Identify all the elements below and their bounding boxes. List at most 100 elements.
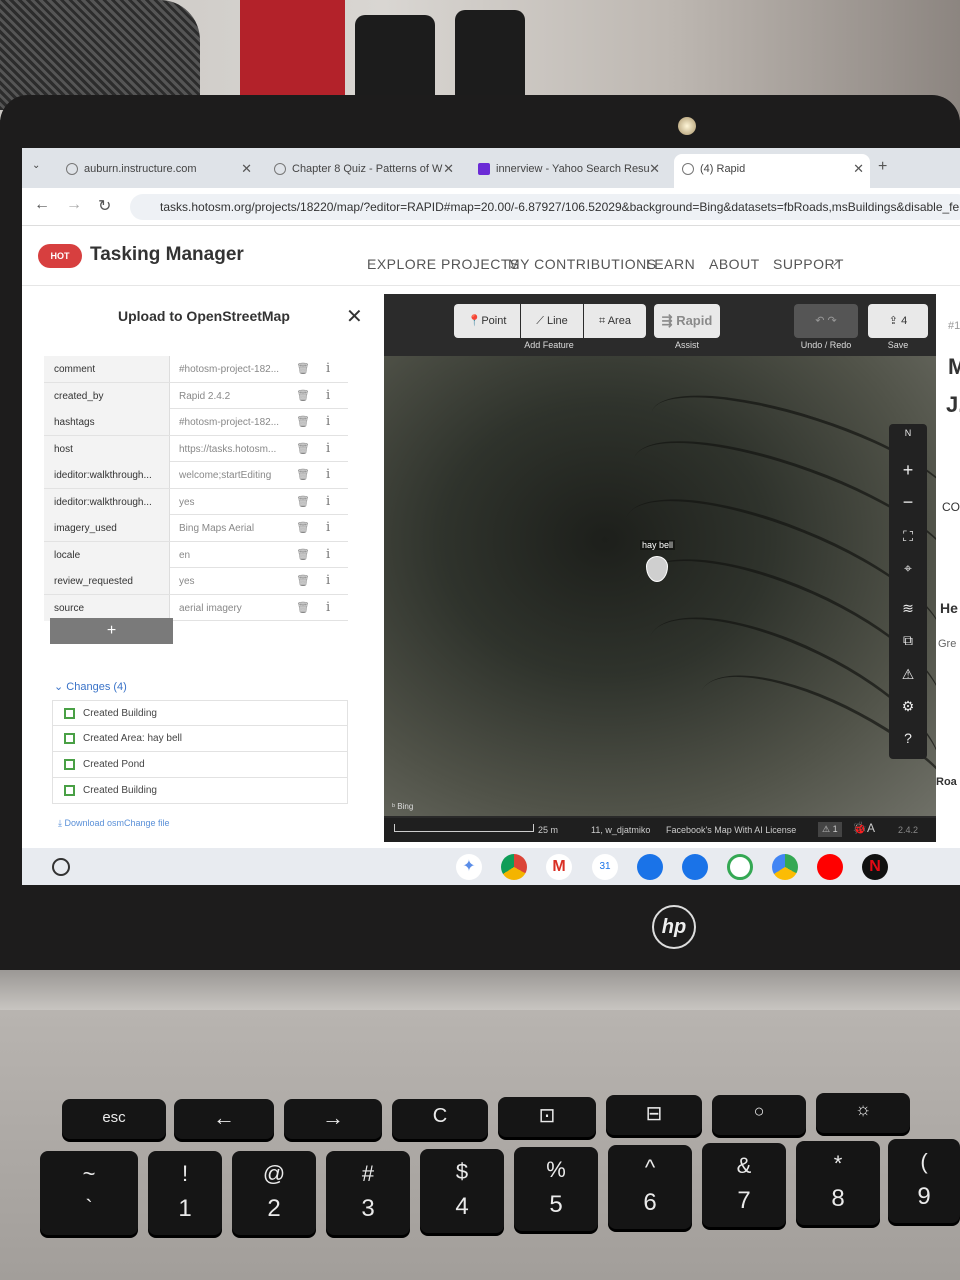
key-backtick[interactable]: ~ ` [40, 1151, 138, 1235]
calendar-app-icon[interactable]: 31 [592, 854, 618, 880]
redo-icon[interactable]: ↷ [828, 315, 837, 327]
license-link[interactable]: Facebook's Map With AI License [666, 825, 796, 835]
gemini-app-icon[interactable]: ✦ [456, 854, 482, 880]
trash-icon[interactable]: 🗑 [296, 389, 310, 402]
key-back[interactable]: ← [174, 1099, 274, 1139]
close-icon[interactable]: ✕ [853, 154, 864, 184]
youtube-app-icon[interactable] [817, 854, 843, 880]
trash-icon[interactable]: 🗑 [296, 574, 310, 587]
nav-explore-projects[interactable]: EXPLORE PROJECTS [367, 256, 520, 272]
compass-north[interactable]: N [889, 428, 927, 438]
key-forward[interactable]: → [284, 1099, 382, 1139]
info-icon[interactable]: i [326, 441, 330, 456]
tab-rapid[interactable]: (4) Rapid ✕ [674, 154, 870, 188]
key-3[interactable]: #3 [326, 1151, 410, 1235]
back-icon[interactable]: ← [34, 196, 50, 214]
info-icon[interactable]: i [326, 573, 330, 588]
key-4[interactable]: $4 [420, 1149, 504, 1233]
key-esc[interactable]: esc [62, 1099, 166, 1139]
key-1[interactable]: ! 1 [148, 1151, 222, 1235]
translate-icon[interactable]: 🐞A [852, 821, 875, 835]
close-icon[interactable]: ✕ [346, 304, 363, 329]
hot-logo[interactable]: HOT [38, 244, 82, 268]
help-icon[interactable]: ? [889, 730, 927, 746]
key-2[interactable]: @2 [232, 1151, 316, 1235]
info-icon[interactable]: i [326, 388, 330, 403]
download-osmchange-link[interactable]: ⤓ Download osmChange file [58, 818, 170, 829]
key-9[interactable]: (9 [888, 1139, 960, 1223]
trash-icon[interactable]: 🗑 [296, 521, 310, 534]
info-icon[interactable]: i [326, 520, 330, 535]
key-7[interactable]: & 7 [702, 1143, 786, 1227]
files-app-icon[interactable] [637, 854, 663, 880]
tab-search-icon[interactable]: ⌄ [32, 160, 40, 171]
launcher-icon[interactable] [52, 858, 70, 876]
meet-app-icon[interactable] [727, 854, 753, 880]
new-tab-icon[interactable]: + [878, 158, 887, 176]
tab-auburn[interactable]: auburn.instructure.com ✕ [58, 154, 258, 188]
url-field[interactable]: tasks.hotosm.org/projects/18220/map/?edi… [130, 194, 960, 220]
info-icon[interactable]: i [326, 494, 330, 509]
zoom-in-button[interactable]: + [889, 460, 927, 481]
key-6[interactable]: ^ 6 [608, 1145, 692, 1229]
add-area-button[interactable]: ⌗ Area [584, 304, 646, 338]
trash-icon[interactable]: 🗑 [296, 495, 310, 508]
change-item[interactable]: Created Pond [52, 752, 348, 778]
rapid-button[interactable]: ⇶ Rapid [654, 304, 720, 338]
map-area[interactable]: 📍Point ⟋ Line ⌗ Area Add Feature ⇶ Rapid… [384, 294, 936, 842]
tab-yahoo[interactable]: innerview - Yahoo Search Resu ✕ [470, 154, 666, 188]
save-button[interactable]: ⇪ 4 [868, 304, 928, 338]
close-icon[interactable]: ✕ [649, 154, 660, 184]
undo-redo-buttons[interactable]: ↶ ↷ [794, 304, 858, 338]
trash-icon[interactable]: 🗑 [296, 362, 310, 375]
trash-icon[interactable]: 🗑 [296, 415, 310, 428]
info-icon[interactable]: i [326, 361, 330, 376]
messages-app-icon[interactable] [682, 854, 708, 880]
play-store-app-icon[interactable] [772, 854, 798, 880]
add-line-button[interactable]: ⟋ Line [521, 304, 583, 338]
chrome-app-icon[interactable] [501, 854, 527, 880]
forward-icon[interactable]: → [66, 196, 82, 214]
user-list[interactable]: 11, w_djatmiko [591, 825, 650, 835]
change-item[interactable]: Created Area: hay bell [52, 726, 348, 752]
trash-icon[interactable]: 🗑 [296, 468, 310, 481]
nav-learn[interactable]: LEARN [646, 256, 695, 272]
trash-icon[interactable]: 🗑 [296, 442, 310, 455]
nav-about[interactable]: ABOUT [709, 256, 760, 272]
issues-badge[interactable]: ⚠ 1 [818, 822, 842, 837]
key-5[interactable]: % 5 [514, 1147, 598, 1231]
tab-quiz[interactable]: Chapter 8 Quiz - Patterns of W ✕ [266, 154, 460, 188]
trash-icon[interactable]: 🗑 [296, 601, 310, 614]
key-brightness-down[interactable]: ○ [712, 1095, 806, 1135]
map-data-icon[interactable]: ⧉ [889, 632, 927, 649]
info-icon[interactable]: i [326, 414, 330, 429]
change-item[interactable]: Created Building [52, 778, 348, 804]
nav-my-contributions[interactable]: MY CONTRIBUTIONS [508, 256, 657, 272]
aerial-imagery[interactable] [384, 356, 936, 842]
trash-icon[interactable]: 🗑 [296, 548, 310, 561]
gmail-app-icon[interactable]: M [546, 854, 572, 880]
info-icon[interactable]: i [326, 467, 330, 482]
issues-icon[interactable]: ⚠ [889, 666, 927, 683]
change-item[interactable]: Created Building [52, 700, 348, 726]
key-8[interactable]: * 8 [796, 1141, 880, 1225]
zoom-out-button[interactable]: − [889, 492, 927, 513]
reload-icon[interactable]: ↻ [98, 196, 111, 216]
changes-header[interactable]: ⌄ Changes (4) [54, 680, 127, 693]
zoom-to-selection-icon[interactable]: ⛶ [889, 528, 927, 545]
add-point-button[interactable]: 📍Point [454, 304, 520, 338]
info-icon[interactable]: i [326, 600, 330, 615]
preferences-icon[interactable]: ⚙ [889, 698, 927, 715]
brand-title[interactable]: Tasking Manager [90, 244, 244, 266]
close-icon[interactable]: ✕ [241, 154, 252, 184]
info-icon[interactable]: i [326, 547, 330, 562]
undo-icon[interactable]: ↶ [815, 315, 827, 327]
key-brightness-up[interactable]: ☼ [816, 1093, 910, 1133]
close-icon[interactable]: ✕ [443, 154, 454, 184]
add-tag-button[interactable]: + [50, 618, 173, 644]
netflix-app-icon[interactable]: N [862, 854, 888, 880]
key-fullscreen[interactable]: ⊡ [498, 1097, 596, 1137]
layers-icon[interactable]: ≋ [889, 600, 927, 617]
geolocate-icon[interactable]: ⌖ [889, 560, 927, 577]
key-overview[interactable]: ⊟ [606, 1095, 702, 1135]
